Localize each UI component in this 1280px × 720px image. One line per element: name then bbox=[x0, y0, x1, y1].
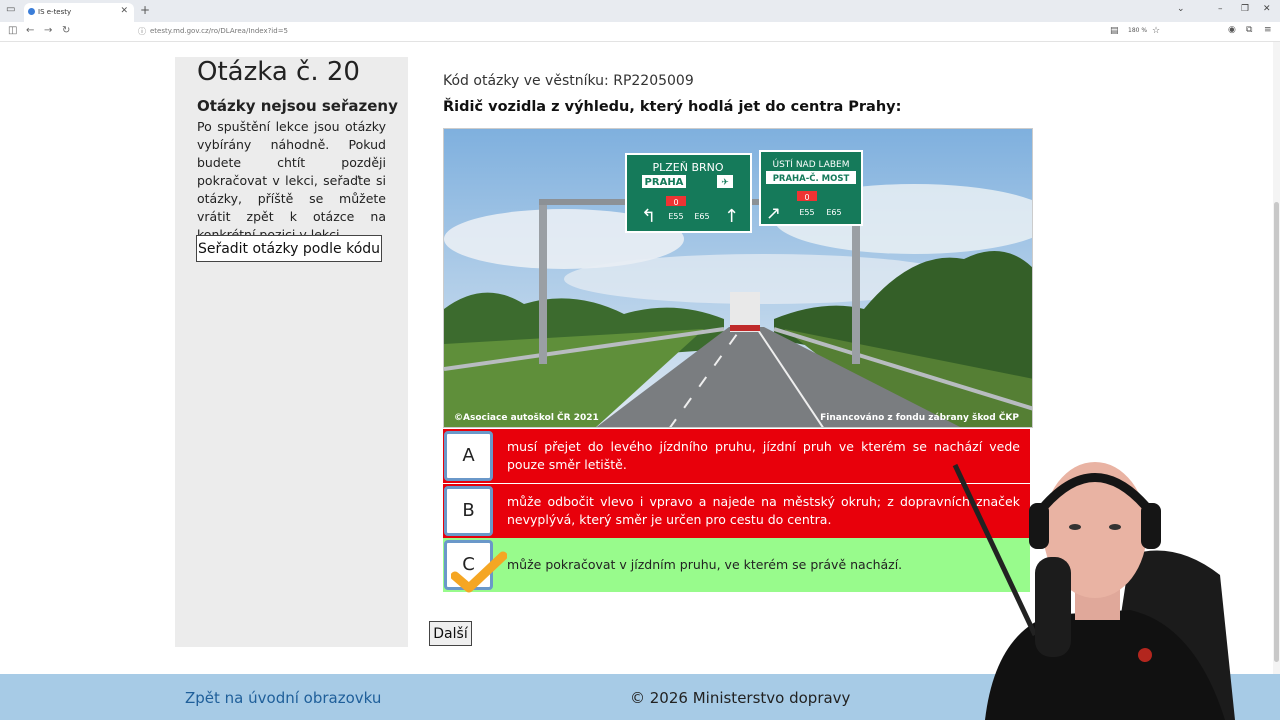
copyright-text: © 2026 Ministerstvo dopravy bbox=[630, 689, 851, 707]
extensions-icon[interactable]: ⧉ bbox=[1246, 25, 1252, 35]
answer-letter[interactable]: A bbox=[444, 431, 493, 481]
bookmark-star-icon[interactable]: ☆ bbox=[1152, 26, 1160, 36]
photo-caption-left: ©Asociace autoškol ČR 2021 bbox=[454, 411, 599, 423]
browser-toolbar: ◫ ← → ↻ ⓘ etesty.md.gov.cz/ro/DLArea/Ind… bbox=[0, 22, 1280, 42]
sort-by-code-button[interactable]: Seřadit otázky podle kódu bbox=[196, 235, 382, 262]
back-icon[interactable]: ← bbox=[26, 25, 34, 36]
sidebar-toggle-icon[interactable]: ◫ bbox=[8, 25, 17, 36]
next-button[interactable]: Další bbox=[429, 621, 472, 646]
browser-tab-bar: ▭ IS e-testy ✕ + ⌄ – ❐ ✕ bbox=[0, 0, 1280, 22]
sign-left-route-0: 0 bbox=[673, 198, 678, 207]
webcam-overlay bbox=[925, 445, 1280, 720]
sign-left-route-e65: E65 bbox=[694, 212, 709, 221]
url-text[interactable]: etesty.md.gov.cz/ro/DLArea/Index?id=5 bbox=[150, 27, 288, 35]
arrow-up-icon: ↑ bbox=[724, 206, 739, 227]
site-info-icon[interactable]: ⓘ bbox=[138, 26, 146, 37]
question-code: Kód otázky ve věstníku: RP2205009 bbox=[443, 73, 694, 89]
minimize-icon[interactable]: – bbox=[1218, 4, 1223, 14]
question-number-title: Otázka č. 20 bbox=[197, 57, 360, 87]
close-window-icon[interactable]: ✕ bbox=[1263, 4, 1271, 14]
sign-right-route-e65: E65 bbox=[826, 208, 841, 217]
close-tab-icon[interactable]: ✕ bbox=[120, 6, 128, 16]
chevron-down-icon[interactable]: ⌄ bbox=[1177, 4, 1185, 14]
airplane-icon: ✈ bbox=[721, 178, 729, 188]
sign-left-praha: PRAHA bbox=[645, 177, 684, 188]
sign-right-praha-most: PRAHA-Č. MOST bbox=[773, 172, 850, 184]
answer-letter[interactable]: B bbox=[444, 486, 493, 536]
sort-status-heading: Otázky nejsou seřazeny bbox=[197, 97, 398, 115]
sign-right-destination: ÚSTÍ NAD LABEM bbox=[773, 158, 850, 170]
photo-caption-right: Financováno z fondu zábrany škod ČKP bbox=[820, 411, 1019, 423]
sign-left-route-e55: E55 bbox=[668, 212, 683, 221]
back-to-home-link[interactable]: Zpět na úvodní obrazovku bbox=[185, 689, 381, 707]
menu-icon[interactable]: ≡ bbox=[1264, 25, 1272, 35]
zoom-level[interactable]: 180 % bbox=[1128, 27, 1147, 34]
sign-right-route-0: 0 bbox=[804, 193, 809, 202]
tab-title: IS e-testy bbox=[38, 8, 72, 16]
question-text: Řidič vozidla z výhledu, který hodlá jet… bbox=[443, 99, 902, 115]
forward-icon[interactable]: → bbox=[44, 25, 52, 36]
restore-icon[interactable]: ❐ bbox=[1241, 4, 1249, 14]
checkmark-icon bbox=[451, 551, 507, 593]
question-photo: PLZEŇ BRNO PRAHA ✈ 0 E55 E65 ↰ ↑ ÚSTÍ NA… bbox=[443, 128, 1033, 428]
new-tab-icon[interactable]: + bbox=[140, 3, 150, 17]
tab-menu-icon[interactable]: ▭ bbox=[6, 4, 15, 15]
sort-status-description: Po spuštění lekce jsou otázky vybírány n… bbox=[197, 119, 386, 242]
address-bar[interactable]: ⓘ etesty.md.gov.cz/ro/DLArea/Index?id=5 … bbox=[132, 25, 1168, 39]
favicon-icon bbox=[28, 8, 35, 15]
arrow-up-right-icon: ↗ bbox=[766, 203, 781, 224]
sign-right-route-e55: E55 bbox=[799, 208, 814, 217]
account-icon[interactable]: ◉ bbox=[1228, 25, 1236, 35]
reload-icon[interactable]: ↻ bbox=[62, 25, 70, 36]
arrow-left-icon: ↰ bbox=[641, 206, 656, 227]
browser-tab[interactable]: IS e-testy ✕ bbox=[24, 3, 134, 22]
reader-view-icon[interactable]: ▤ bbox=[1110, 26, 1119, 36]
sign-left-destinations: PLZEŇ BRNO bbox=[652, 161, 723, 174]
